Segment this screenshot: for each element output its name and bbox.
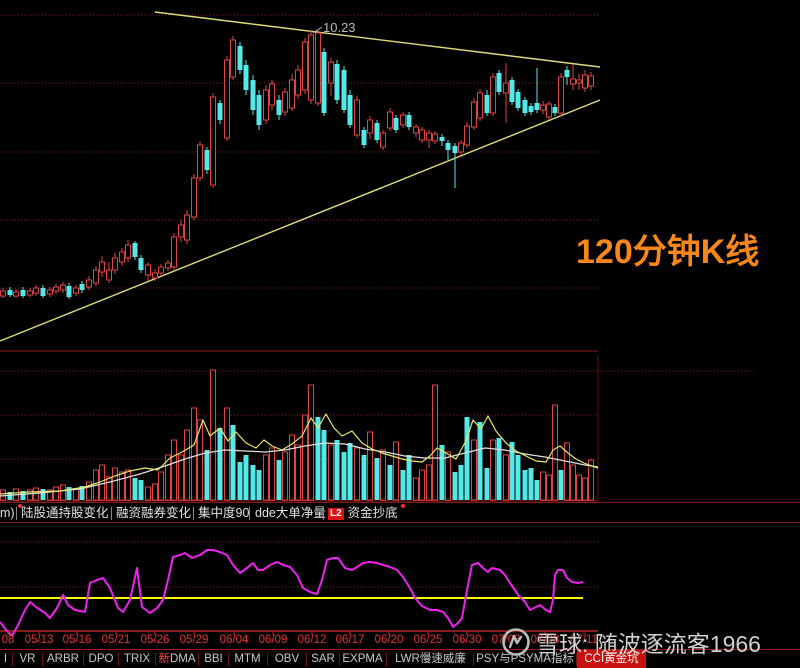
toolbar-item[interactable]: LWR慢速威廉 bbox=[390, 652, 471, 667]
indicator-tab[interactable]: m) bbox=[0, 504, 22, 521]
tab-separator bbox=[193, 507, 194, 520]
toolbar-item[interactable]: BBI bbox=[201, 652, 226, 667]
toolbar-separator bbox=[473, 653, 474, 666]
date-label: 06/25 bbox=[413, 634, 443, 646]
l2-badge: L2 bbox=[328, 508, 344, 520]
toolbar-separator bbox=[228, 653, 229, 666]
peak-price-label: 10.23 bbox=[323, 20, 356, 35]
date-label: 05/29 bbox=[179, 634, 209, 646]
toolbar-item-red-prefix: 新 bbox=[158, 653, 170, 665]
toolbar-item[interactable]: OBV bbox=[270, 652, 304, 667]
chart-canvas[interactable] bbox=[0, 0, 800, 668]
candles bbox=[0, 30, 594, 299]
date-label: 06/17 bbox=[335, 634, 365, 646]
xueqiu-logo-icon bbox=[502, 628, 530, 656]
tab-separator bbox=[111, 507, 112, 520]
kline-period-label: 120分钟K线 bbox=[576, 233, 760, 271]
toolbar-separator bbox=[155, 653, 156, 666]
toolbar-item[interactable]: SAR bbox=[309, 652, 337, 667]
toolbar-separator bbox=[83, 653, 84, 666]
date-label: 06/04 bbox=[219, 634, 249, 646]
watermark: 雪球: 随波逐流客1966 bbox=[501, 625, 761, 659]
toolbar-item[interactable]: 新DMA bbox=[158, 652, 196, 667]
tab-separator bbox=[249, 507, 250, 520]
date-label: 05/26 bbox=[140, 634, 170, 646]
toolbar-item[interactable]: TRIX bbox=[121, 652, 153, 667]
toolbar-item[interactable]: EXPMA bbox=[341, 652, 384, 667]
toolbar-separator bbox=[42, 653, 43, 666]
trading-app-screen: 10.23 120分钟K线 m) 陆股通持股变化 融资融券变化 集中度90 dde大单净… bbox=[0, 0, 800, 668]
toolbar-item[interactable]: DPO bbox=[86, 652, 116, 667]
indicator-tab[interactable]: L2 资金抄底 bbox=[328, 504, 405, 521]
indicator-tab[interactable]: 融资融券变化 bbox=[116, 505, 191, 521]
toolbar-item[interactable]: VR bbox=[15, 652, 40, 667]
toolbar-item[interactable]: ARBR bbox=[45, 652, 81, 667]
date-label: 05/13 bbox=[24, 634, 54, 646]
toolbar-item[interactable]: I bbox=[1, 652, 10, 667]
date-label: 08 bbox=[1, 634, 15, 646]
date-label: 05/16 bbox=[62, 634, 92, 646]
trendlines bbox=[0, 11, 601, 342]
tab-alert-dot bbox=[400, 504, 405, 508]
indicator-tab[interactable]: dde大单净量 bbox=[255, 505, 326, 521]
tab-separator bbox=[323, 507, 324, 520]
toolbar-separator bbox=[306, 653, 307, 666]
toolbar-separator bbox=[267, 653, 268, 666]
date-label: 05/21 bbox=[101, 634, 131, 646]
volume-bars bbox=[0, 369, 594, 501]
date-label: 06/12 bbox=[297, 634, 327, 646]
toolbar-separator bbox=[339, 653, 340, 666]
indicator-tab[interactable]: 集中度90 bbox=[198, 505, 249, 521]
indicator-tab[interactable]: 陆股通持股变化 bbox=[21, 505, 109, 521]
tab-separator bbox=[16, 507, 17, 520]
cci-indicator bbox=[0, 549, 584, 637]
toolbar-separator bbox=[198, 653, 199, 666]
toolbar-separator bbox=[118, 653, 119, 666]
date-label: 06/30 bbox=[452, 634, 482, 646]
toolbar-item[interactable]: MTM bbox=[231, 652, 264, 667]
watermark-text: 雪球: 随波逐流客1966 bbox=[536, 631, 761, 657]
date-label: 06/20 bbox=[374, 634, 404, 646]
toolbar-separator bbox=[386, 653, 387, 666]
indicator-tab-bar: m) 陆股通持股变化 融资融券变化 集中度90 dde大单净量 L2 资金抄底 bbox=[0, 502, 800, 523]
toolbar-separator bbox=[12, 653, 13, 666]
date-label: 06/09 bbox=[258, 634, 288, 646]
